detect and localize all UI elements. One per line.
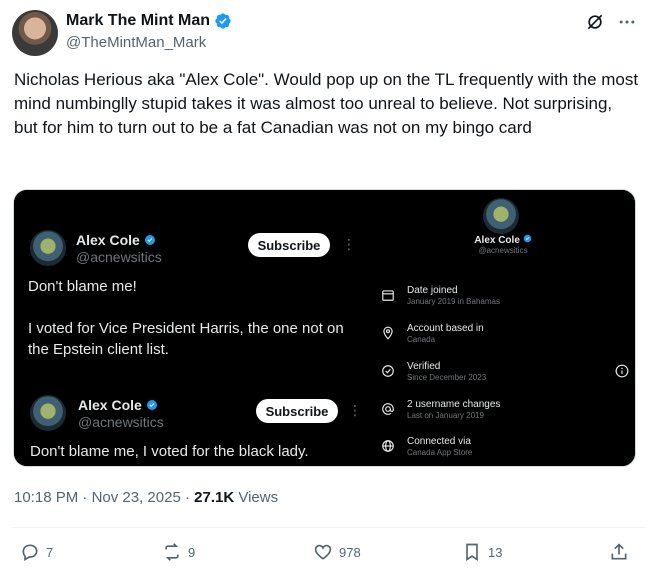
profile-row-connected-via: Connected via Canada App Store xyxy=(381,436,631,466)
tweet-time[interactable]: 10:18 PM xyxy=(14,489,78,506)
card1-subscribe-button: Subscribe xyxy=(248,233,330,257)
repost-icon xyxy=(165,543,179,561)
repost-count: 9 xyxy=(188,544,196,560)
card1-handle: @acnewsitics xyxy=(76,249,162,265)
author-display-name[interactable]: Mark The Mint Man xyxy=(66,12,210,30)
card1-avatar xyxy=(30,230,66,266)
profile-handle: @acnewsitics xyxy=(478,246,528,255)
profile-row-title: Connected via xyxy=(407,436,471,447)
profile-row-title: 2 username changes xyxy=(407,399,501,410)
views-label: Views xyxy=(238,489,279,506)
card1-more-icon: ⋮ xyxy=(342,236,356,252)
profile-row-username-changes: 2 username changes Last on January 2019 xyxy=(381,399,631,429)
card1-text-line1: Don't blame me! xyxy=(28,278,137,295)
verified-check-icon xyxy=(382,365,394,377)
separator-dot: · xyxy=(82,489,92,506)
profile-row-title: Account based in xyxy=(407,323,484,334)
divider xyxy=(12,527,645,528)
profile-name: Alex Cole xyxy=(369,234,635,246)
card1-verified-icon xyxy=(144,235,155,245)
verified-badge-icon xyxy=(215,13,231,29)
more-options-icon[interactable] xyxy=(617,12,637,32)
reply-button[interactable]: 7 xyxy=(20,542,53,562)
card2-handle: @acnewsitics xyxy=(78,414,164,430)
profile-row-sub: Canada xyxy=(407,335,436,344)
action-bar: 7 9 978 13 xyxy=(12,542,645,568)
profile-row-date-joined: Date joined January 2019 in Bahamas xyxy=(381,285,631,315)
bookmark-count: 13 xyxy=(488,544,503,560)
profile-row-sub: Since December 2023 xyxy=(407,373,487,382)
author-handle[interactable]: @TheMintMan_Mark xyxy=(66,34,206,51)
share-button[interactable] xyxy=(609,542,635,562)
at-icon xyxy=(382,403,394,415)
screenshot-right-panel: Alex Cole @acnewsitics Date joined Janua… xyxy=(369,190,635,466)
author-avatar[interactable] xyxy=(12,10,58,56)
author-name-row[interactable]: Mark The Mint Man xyxy=(66,12,232,30)
profile-avatar xyxy=(483,198,519,234)
reply-icon xyxy=(22,544,38,561)
views-count: 27.1K xyxy=(194,489,235,506)
card2-text-line1: Don't blame me, I voted for the black la… xyxy=(30,443,309,460)
heart-icon xyxy=(314,544,332,560)
card2-name: Alex Cole xyxy=(78,397,158,413)
tweet-timestamp-line: 10:18 PM · Nov 23, 2025 · 27.1K Views xyxy=(14,489,278,506)
profile-row-verified: Verified Since December 2023 xyxy=(381,361,631,391)
profile-row-title: Date joined xyxy=(407,285,458,296)
reply-count: 7 xyxy=(46,544,54,560)
tweet-media-image[interactable]: Alex Cole @acnewsitics Subscribe ⋮ Don't… xyxy=(13,189,636,467)
profile-row-title: Verified xyxy=(407,361,441,372)
card1-name: Alex Cole xyxy=(76,232,156,248)
bookmark-icon xyxy=(466,543,478,562)
grok-icon[interactable] xyxy=(585,12,605,32)
profile-row-account-based: Account based in Canada xyxy=(381,323,631,353)
profile-verified-icon xyxy=(523,234,531,243)
tweet-header: Mark The Mint Man @TheMintMan_Mark xyxy=(12,10,645,56)
card2-subscribe-button: Subscribe xyxy=(256,399,338,423)
like-button[interactable]: 978 xyxy=(313,542,361,562)
share-icon xyxy=(611,543,627,560)
tweet-text: Nicholas Herious aka "Alex Cole". Would … xyxy=(14,70,639,137)
card2-verified-icon xyxy=(146,400,157,410)
info-icon xyxy=(615,364,629,378)
location-icon xyxy=(383,326,393,340)
like-count: 978 xyxy=(339,544,361,560)
bookmark-button[interactable]: 13 xyxy=(462,542,502,562)
profile-row-sub: Canada App Store xyxy=(407,448,473,457)
card2-avatar xyxy=(30,395,66,431)
repost-button[interactable]: 9 xyxy=(162,542,195,562)
card2-more-icon: ⋮ xyxy=(348,402,362,418)
profile-row-sub: Last on January 2019 xyxy=(407,411,484,420)
screenshot-left-panel: Alex Cole @acnewsitics Subscribe ⋮ Don't… xyxy=(14,190,369,466)
globe-icon xyxy=(382,440,394,452)
profile-row-sub: January 2019 in Bahamas xyxy=(407,297,500,306)
separator-dot: · xyxy=(184,489,195,506)
tweet-date[interactable]: Nov 23, 2025 xyxy=(92,489,181,506)
card1-text-line2: I voted for Vice President Harris, the o… xyxy=(28,320,344,358)
calendar-icon xyxy=(382,290,394,301)
